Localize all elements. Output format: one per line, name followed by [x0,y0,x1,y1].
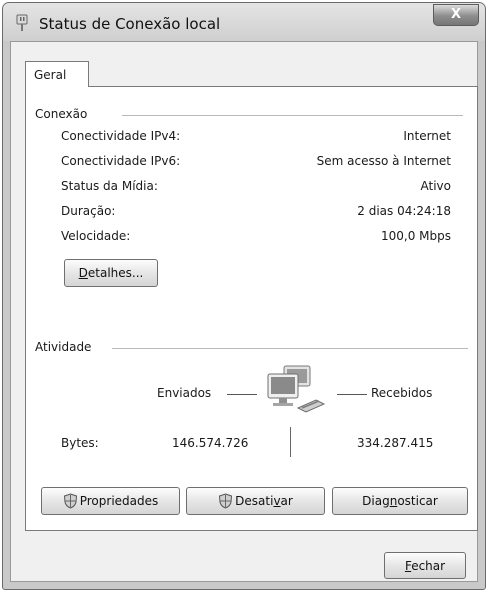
speed-label: Velocidade: [61,229,131,243]
diagnose-button[interactable]: Diagnosticar [332,487,468,515]
bytes-divider [290,427,291,457]
close-button[interactable]: Fechar [384,552,466,579]
disable-button[interactable]: Desativar [186,487,325,515]
connection-divider [122,115,463,116]
tab-geral[interactable]: Geral [25,61,89,87]
shield-icon [63,492,77,509]
ipv6-label: Conectividade IPv6: [61,154,181,168]
close-window-button[interactable]: X [433,4,479,26]
tab-geral-label: Geral [34,68,67,82]
details-button[interactable]: Detalhes... [64,259,158,287]
window-title: Status de Conexão local [39,15,221,33]
duration-value: 2 dias 04:24:18 [357,204,451,218]
close-icon: X [450,7,462,22]
tab-panel-geral: Conexão Conectividade IPv4: Internet Con… [25,86,478,531]
bytes-label: Bytes: [61,436,99,450]
bytes-received-value: 334.287.415 [357,436,434,450]
connection-status-window: Status de Conexão local X Geral Conexão … [2,2,486,590]
speed-value: 100,0 Mbps [380,229,451,243]
properties-button[interactable]: Propriedades [41,487,180,515]
network-computers-icon [267,365,326,413]
sent-label: Enviados [157,386,212,400]
media-status-label: Status da Mídia: [61,179,158,193]
received-line [337,394,367,395]
close-button-label: Fechar [404,559,446,573]
ipv4-value: Internet [403,129,451,143]
network-plug-icon [16,14,28,31]
properties-button-label: Propriedades [79,494,159,508]
ipv6-value: Sem acesso à Internet [316,154,451,168]
details-button-label: Detalhes... [78,266,144,280]
received-label: Recebidos [371,386,433,400]
title-bar[interactable]: Status de Conexão local X [3,3,485,41]
duration-label: Duração: [61,204,116,218]
media-status-value: Ativo [420,179,451,193]
sent-line [227,394,257,395]
activity-group-title: Atividade [35,340,98,354]
connection-group-title: Conexão [35,107,94,121]
disable-button-label: Desativar [235,494,293,508]
diagnose-button-label: Diagnosticar [362,494,438,508]
ipv4-label: Conectividade IPv4: [61,129,181,143]
dialog-body: Geral Conexão Conectividade IPv4: Intern… [10,41,478,582]
bytes-sent-value: 146.574.726 [172,436,249,450]
activity-divider [112,348,468,349]
shield-icon [219,492,233,509]
